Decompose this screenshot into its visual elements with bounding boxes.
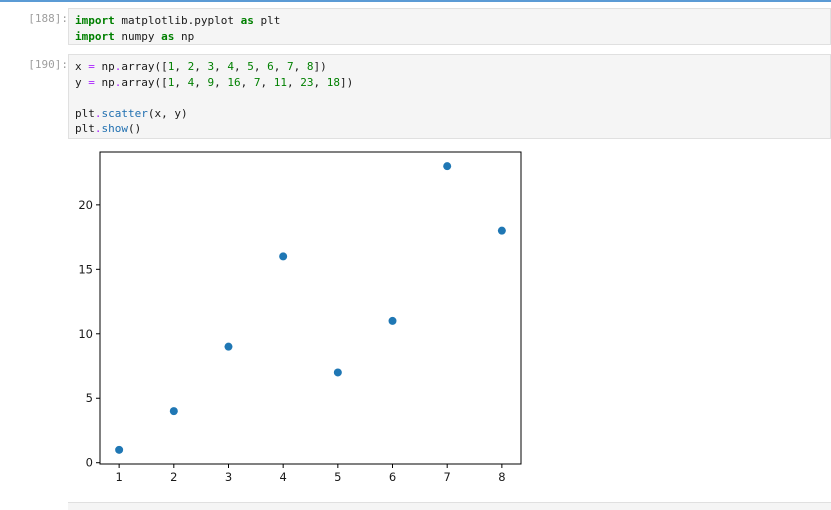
x-tick-label: 6 xyxy=(389,470,396,484)
code-token: import xyxy=(75,14,115,27)
code-cell-imports[interactable]: import matplotlib.pyplot as plt import nu… xyxy=(68,8,831,45)
plot-frame xyxy=(99,151,522,465)
active-cell-indicator xyxy=(0,0,831,2)
code-token: () xyxy=(128,122,142,135)
code-token: 16 xyxy=(227,75,241,89)
code-token: , xyxy=(260,75,274,89)
code-token: = xyxy=(88,60,95,73)
code-token: , xyxy=(174,60,188,73)
code-token: , xyxy=(233,60,248,73)
code-token: , xyxy=(253,60,268,73)
code-editor-imports[interactable]: import matplotlib.pyplot as plt import nu… xyxy=(75,13,280,44)
code-token: plt xyxy=(253,14,281,27)
code-token: ]) xyxy=(339,75,354,89)
code-token: x xyxy=(75,60,89,73)
data-point xyxy=(443,162,452,171)
x-tick-label: 5 xyxy=(334,470,341,484)
code-token: scatter xyxy=(101,106,148,120)
data-point xyxy=(497,226,506,235)
data-point xyxy=(279,252,288,261)
code-line: import matplotlib.pyplot as plt xyxy=(75,13,280,29)
code-token: plt xyxy=(75,106,95,120)
code-token: , xyxy=(313,75,327,89)
code-token: array([ xyxy=(121,60,168,73)
code-cell-scatter[interactable]: x = np.array([1, 2, 3, 4, 5, 6, 7, 8]) y … xyxy=(68,54,831,139)
code-line: x = np.array([1, 2, 3, 4, 5, 6, 7, 8]) xyxy=(75,59,353,75)
scatter-plot: 1 2 3 4 5 6 7 8 0 5 10 15 20 xyxy=(78,151,522,484)
code-token: ]) xyxy=(313,60,327,73)
x-tick-label: 2 xyxy=(170,470,177,484)
code-line: plt.show() xyxy=(75,121,353,137)
data-point xyxy=(224,342,233,351)
code-token: as xyxy=(240,14,254,27)
code-token: as xyxy=(161,29,175,43)
code-token: = xyxy=(88,75,95,89)
x-tick-label: 8 xyxy=(498,470,505,484)
code-token: (x, y) xyxy=(147,106,188,120)
code-token: , xyxy=(214,60,228,73)
y-tick-label: 5 xyxy=(86,391,93,405)
code-token: np xyxy=(94,60,115,73)
code-token: . xyxy=(94,106,102,120)
code-token: . xyxy=(94,122,102,135)
code-token: import xyxy=(75,29,115,43)
code-token: , xyxy=(214,75,228,89)
data-point xyxy=(115,445,124,454)
code-token: , xyxy=(174,75,188,89)
code-token: np xyxy=(174,29,195,43)
data-point xyxy=(169,407,178,416)
code-token: 7 xyxy=(286,60,294,73)
code-token: , xyxy=(286,75,301,89)
code-line: y = np.array([1, 4, 9, 16, 7, 11, 23, 18… xyxy=(75,75,353,91)
cell-prompt-190: [190]: xyxy=(28,58,68,71)
code-token: , xyxy=(194,60,208,73)
code-token: numpy xyxy=(114,29,162,43)
x-tick-label: 3 xyxy=(225,470,232,484)
x-tick-label: 1 xyxy=(115,470,122,484)
code-token: , xyxy=(273,60,287,73)
code-token: , xyxy=(240,75,254,89)
code-token: 11 xyxy=(273,75,287,89)
code-token: 23 xyxy=(300,75,314,89)
cell-prompt-188: [188]: xyxy=(28,12,68,25)
y-tick-label: 15 xyxy=(78,262,93,276)
code-token: matplotlib.pyplot xyxy=(114,14,241,27)
code-token: plt xyxy=(75,122,95,135)
data-point xyxy=(333,368,342,377)
code-token: 5 xyxy=(247,60,254,73)
x-tick-label: 4 xyxy=(279,470,286,484)
code-token: show xyxy=(101,122,129,135)
code-token: 18 xyxy=(326,75,340,89)
code-line: plt.scatter(x, y) xyxy=(75,106,353,122)
code-token: np xyxy=(94,75,115,89)
code-token: 4 xyxy=(227,60,234,73)
code-token: 6 xyxy=(267,60,274,73)
output-area: 1 2 3 4 5 6 7 8 0 5 10 15 20 xyxy=(68,142,538,494)
code-token: , xyxy=(194,75,208,89)
y-tick-label: 10 xyxy=(78,327,93,341)
data-point xyxy=(388,316,397,325)
code-token: y xyxy=(75,75,89,89)
y-tick-label: 20 xyxy=(78,198,93,212)
code-token: , xyxy=(293,60,307,73)
code-editor-scatter[interactable]: x = np.array([1, 2, 3, 4, 5, 6, 7, 8]) y … xyxy=(75,59,353,137)
code-line: import numpy as np xyxy=(75,29,280,45)
x-tick-label: 7 xyxy=(444,470,451,484)
y-tick-label: 0 xyxy=(86,456,93,470)
code-token: array([ xyxy=(121,75,168,89)
